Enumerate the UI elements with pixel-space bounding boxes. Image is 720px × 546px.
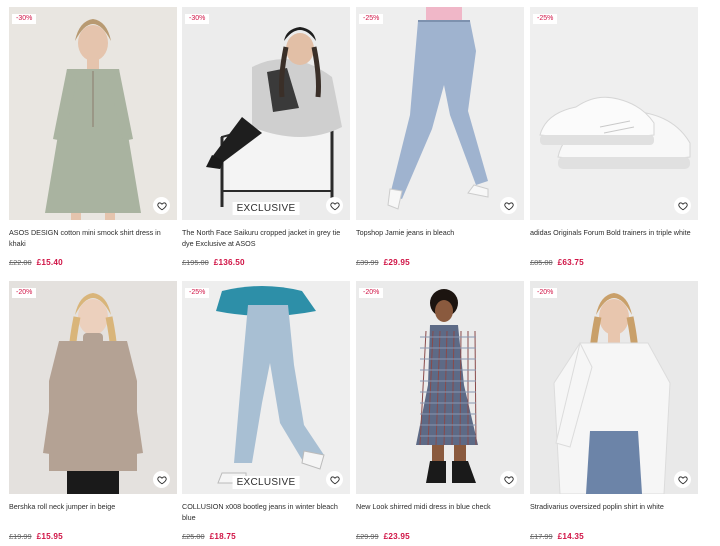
product-card[interactable]: -25% adidas Originals Forum Bold trainer… bbox=[530, 7, 698, 268]
sale-price: £29.95 bbox=[383, 258, 410, 267]
product-image[interactable]: -20% bbox=[356, 281, 524, 494]
product-card[interactable]: -30% EXCLUSIVE The North Face Saikuru cr… bbox=[182, 7, 350, 268]
sale-price: £14.35 bbox=[557, 532, 584, 541]
save-for-later-button[interactable] bbox=[153, 197, 170, 214]
product-photo bbox=[182, 7, 350, 220]
discount-badge: -20% bbox=[533, 288, 558, 298]
price-row: £17.99 £14.35 bbox=[530, 532, 698, 542]
original-price: £195.00 bbox=[182, 258, 209, 267]
heart-icon bbox=[156, 201, 167, 210]
price-row: £19.99 £15.95 bbox=[9, 532, 177, 542]
product-photo bbox=[356, 7, 524, 220]
original-price: £22.00 bbox=[9, 258, 32, 267]
exclusive-label: EXCLUSIVE bbox=[232, 202, 300, 215]
heart-icon bbox=[677, 201, 688, 210]
sale-price: £18.75 bbox=[209, 532, 236, 541]
product-image[interactable]: -20% bbox=[530, 281, 698, 494]
product-image[interactable]: -30% bbox=[9, 7, 177, 220]
heart-icon bbox=[156, 475, 167, 484]
discount-badge: -20% bbox=[12, 288, 37, 298]
product-photo bbox=[182, 281, 350, 494]
sale-price: £15.95 bbox=[36, 532, 63, 541]
heart-icon bbox=[329, 201, 340, 210]
discount-badge: -25% bbox=[359, 14, 384, 24]
original-price: £19.99 bbox=[9, 532, 32, 541]
product-photo bbox=[9, 281, 177, 494]
heart-icon bbox=[329, 475, 340, 484]
price-row: £85.00 £63.75 bbox=[530, 258, 698, 268]
price-row: £29.99 £23.95 bbox=[356, 532, 524, 542]
product-title[interactable]: Topshop Jamie jeans in bleach bbox=[356, 227, 524, 249]
product-image[interactable]: -25% bbox=[530, 7, 698, 220]
heart-icon bbox=[677, 475, 688, 484]
original-price: £39.99 bbox=[356, 258, 379, 267]
save-for-later-button[interactable] bbox=[674, 471, 691, 488]
original-price: £85.00 bbox=[530, 258, 553, 267]
save-for-later-button[interactable] bbox=[500, 471, 517, 488]
heart-icon bbox=[503, 201, 514, 210]
discount-badge: -20% bbox=[359, 288, 384, 298]
original-price: £25.00 bbox=[182, 532, 205, 541]
product-photo bbox=[530, 7, 698, 220]
product-title[interactable]: ASOS DESIGN cotton mini smock shirt dres… bbox=[9, 227, 177, 249]
product-photo bbox=[356, 281, 524, 494]
original-price: £29.99 bbox=[356, 532, 379, 541]
exclusive-label: EXCLUSIVE bbox=[232, 476, 300, 489]
product-card[interactable]: -25% Topshop Jamie jeans in bleach £39.9… bbox=[356, 7, 524, 268]
discount-badge: -30% bbox=[185, 14, 210, 24]
product-card[interactable]: -20% Stradivarius oversized poplin shirt… bbox=[530, 281, 698, 542]
save-for-later-button[interactable] bbox=[153, 471, 170, 488]
product-title[interactable]: New Look shirred midi dress in blue chec… bbox=[356, 501, 524, 523]
product-photo bbox=[530, 281, 698, 494]
product-card[interactable]: -20% Bershka roll neck jumper in beige £… bbox=[9, 281, 177, 542]
product-title[interactable]: COLLUSION x008 bootleg jeans in winter b… bbox=[182, 501, 350, 523]
product-card[interactable]: -20% New Look shirred midi dress in blue… bbox=[356, 281, 524, 542]
original-price: £17.99 bbox=[530, 532, 553, 541]
product-image[interactable]: -25% EXCLUSIVE bbox=[182, 281, 350, 494]
product-image[interactable]: -30% EXCLUSIVE bbox=[182, 7, 350, 220]
product-grid: -30% ASOS DESIGN cotton mini smock shirt… bbox=[0, 0, 720, 546]
heart-icon bbox=[503, 475, 514, 484]
save-for-later-button[interactable] bbox=[326, 471, 343, 488]
price-row: £25.00 £18.75 bbox=[182, 532, 350, 542]
save-for-later-button[interactable] bbox=[674, 197, 691, 214]
sale-price: £136.50 bbox=[213, 258, 245, 267]
product-image[interactable]: -25% bbox=[356, 7, 524, 220]
product-title[interactable]: adidas Originals Forum Bold trainers in … bbox=[530, 227, 698, 249]
price-row: £195.00 £136.50 bbox=[182, 258, 350, 268]
save-for-later-button[interactable] bbox=[326, 197, 343, 214]
save-for-later-button[interactable] bbox=[500, 197, 517, 214]
product-card[interactable]: -25% EXCLUSIVE COLLUSION x008 bootleg je… bbox=[182, 281, 350, 542]
product-title[interactable]: The North Face Saikuru cropped jacket in… bbox=[182, 227, 350, 249]
price-row: £22.00 £15.40 bbox=[9, 258, 177, 268]
discount-badge: -25% bbox=[185, 288, 210, 298]
product-image[interactable]: -20% bbox=[9, 281, 177, 494]
discount-badge: -30% bbox=[12, 14, 37, 24]
sale-price: £15.40 bbox=[36, 258, 63, 267]
product-photo bbox=[9, 7, 177, 220]
product-title[interactable]: Stradivarius oversized poplin shirt in w… bbox=[530, 501, 698, 523]
sale-price: £63.75 bbox=[557, 258, 584, 267]
product-title[interactable]: Bershka roll neck jumper in beige bbox=[9, 501, 177, 523]
discount-badge: -25% bbox=[533, 14, 558, 24]
product-card[interactable]: -30% ASOS DESIGN cotton mini smock shirt… bbox=[9, 7, 177, 268]
sale-price: £23.95 bbox=[383, 532, 410, 541]
price-row: £39.99 £29.95 bbox=[356, 258, 524, 268]
